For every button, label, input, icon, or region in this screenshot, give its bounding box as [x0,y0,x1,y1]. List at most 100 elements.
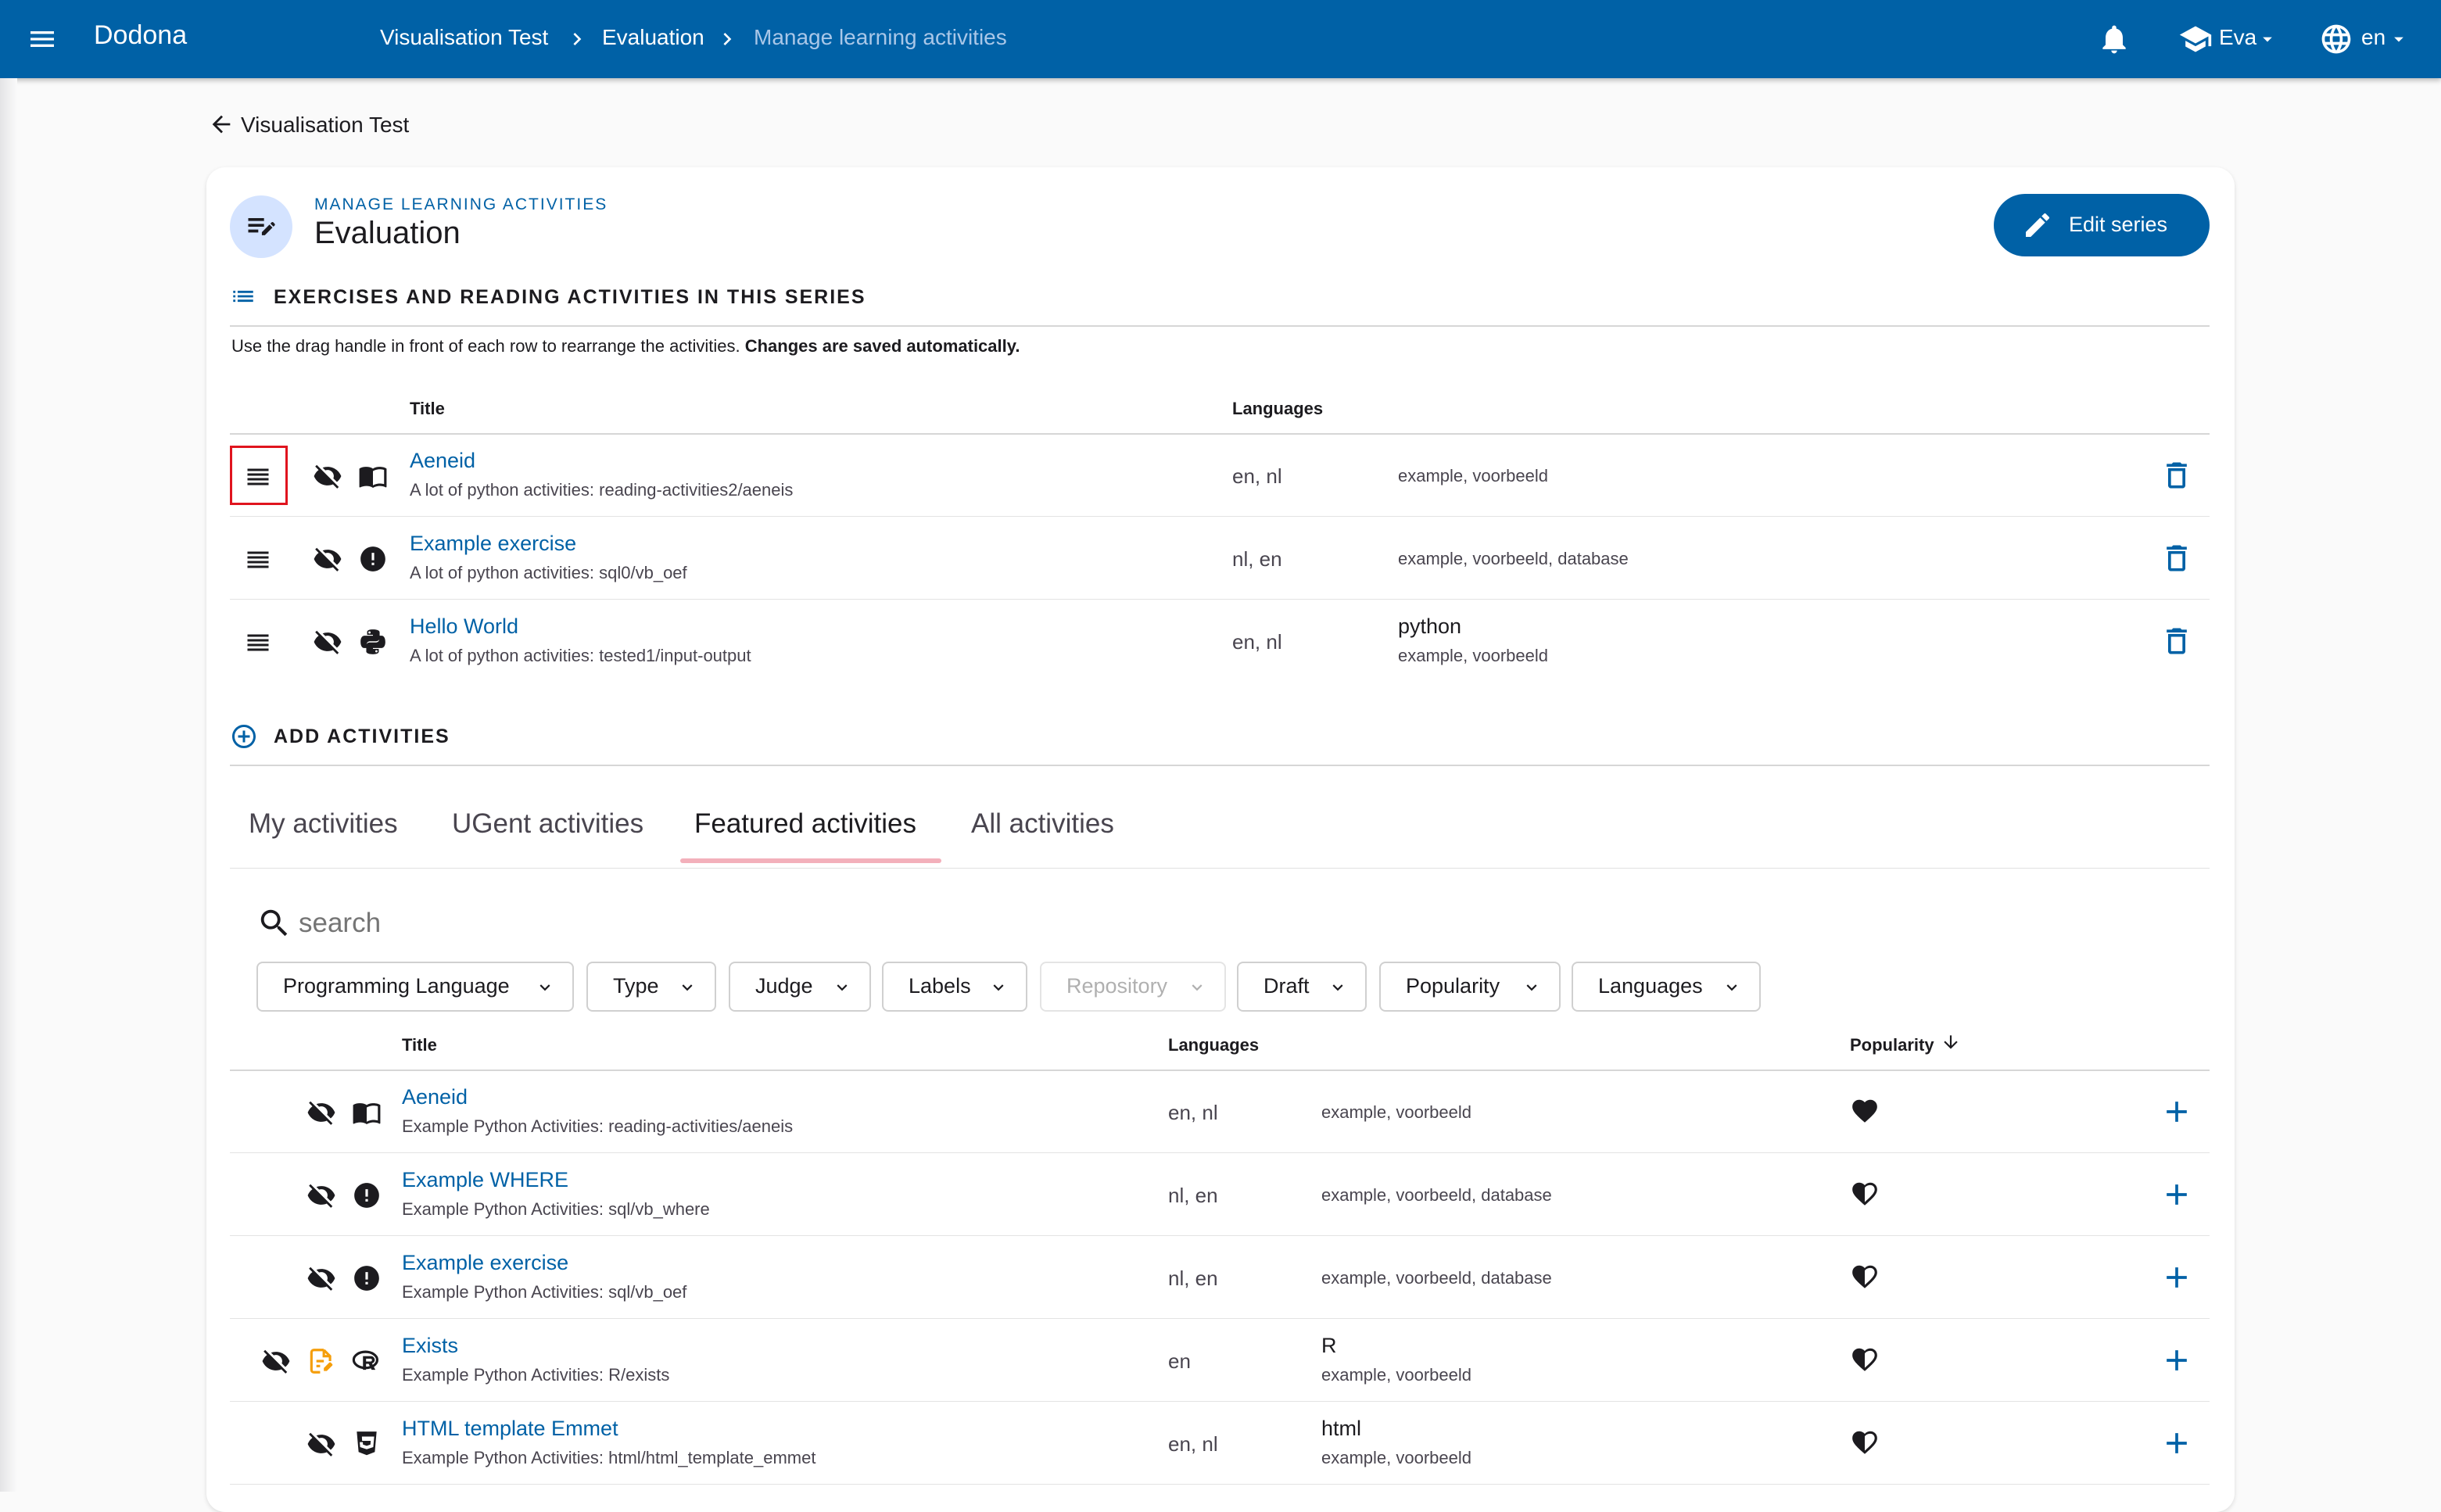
add-icon[interactable] [2160,1260,2194,1295]
add-circle-outline-icon [232,725,256,748]
series-row-labels: example, voorbeeld [1398,646,1549,665]
tab-featured-activities[interactable]: Featured activities [694,808,916,840]
drag-handle-icon[interactable] [244,546,272,574]
manage-activities-card: MANAGE LEARNING ACTIVITIES Evaluation Ed… [206,167,2235,1512]
activity-row-labels: example, voorbeeld [1321,1365,1472,1385]
series-row-subtitle: A lot of python activities: tested1/inpu… [410,646,751,665]
app-bar: Dodona Visualisation Test Evaluation Man… [0,0,2441,78]
series-row-languages: en, nl [1232,630,1282,654]
breadcrumb-course[interactable]: Visualisation Test [380,25,548,50]
activity-row-exists: Exists Example Python Activities: R/exis… [230,1320,2210,1401]
filter-label: Popularity [1406,974,1500,998]
activity-row-aeneid: Aeneid Example Python Activities: readin… [230,1071,2210,1152]
menu-icon[interactable] [27,23,58,55]
globe-icon [2321,24,2351,54]
add-icon[interactable] [2160,1095,2194,1129]
activities-col-languages: Languages [1168,1035,1260,1055]
drag-handle-icon[interactable] [244,629,272,657]
alert-circle-icon [360,546,385,571]
list-icon [233,290,253,303]
add-icon[interactable] [2160,1426,2194,1460]
alert-circle-icon [354,1266,379,1291]
chevron-down-icon [993,984,1004,991]
search-input[interactable] [297,902,2177,944]
series-row-labels: example, voorbeeld [1398,466,1549,485]
delete-icon[interactable] [2160,624,2194,658]
activity-row-labels: example, voorbeeld, database [1321,1185,1552,1205]
series-row-title[interactable]: Example exercise [410,532,576,556]
filter-type[interactable]: Type [586,962,716,1012]
visibility-off-icon [314,630,342,654]
tab-all-activities[interactable]: All activities [971,808,1114,840]
breadcrumb-current: Manage learning activities [754,25,1007,49]
add-icon[interactable] [2160,1343,2194,1378]
activity-row-subtitle: Example Python Activities: reading-activ… [402,1116,794,1136]
activities-col-title: Title [402,1035,437,1055]
filter-popularity[interactable]: Popularity [1379,962,1561,1012]
arrow-downward-icon[interactable] [1941,1032,1961,1052]
delete-icon[interactable] [2160,541,2194,575]
visibility-off-icon [307,1184,335,1208]
chevron-down-icon [539,984,550,991]
divider [230,599,2210,600]
series-row-title[interactable]: Aeneid [410,449,475,473]
activity-row-title[interactable]: Example exercise [402,1251,568,1275]
chevron-down-icon [837,984,848,991]
breadcrumb-series[interactable]: Evaluation [602,25,704,50]
visibility-off-icon [307,1432,335,1456]
visibility-off-icon [314,464,342,489]
series-row-example-exercise: Example exercise A lot of python activit… [230,518,2210,599]
series-row-title[interactable]: Hello World [410,614,518,639]
series-row-labels: example, voorbeeld, database [1398,549,1629,568]
book-icon [353,1103,381,1125]
activity-row-languages: en [1168,1349,1191,1373]
tab-my-activities[interactable]: My activities [249,808,398,840]
chevron-down-icon [1192,984,1203,991]
activity-row-html-template-emmet: HTML template Emmet Example Python Activ… [230,1403,2210,1484]
python-icon [360,629,385,654]
activity-row-subtitle: Example Python Activities: sql/vb_oef [402,1282,687,1302]
card-avatar [230,195,292,258]
language-menu[interactable]: en [2319,19,2413,59]
series-row-subtitle: A lot of python activities: sql0/vb_oef [410,563,687,582]
activity-row-subtitle: Example Python Activities: sql/vb_where [402,1199,710,1219]
divider [230,516,2210,517]
activity-row-example-where: Example WHERE Example Python Activities:… [230,1154,2210,1235]
activity-row-title[interactable]: Example WHERE [402,1168,568,1192]
activity-row-languages: en, nl [1168,1432,1218,1456]
left-shade [0,78,17,1492]
activities-col-popularity[interactable]: Popularity [1850,1035,1934,1055]
tab-ugent-activities[interactable]: UGent activities [452,808,643,840]
delete-icon[interactable] [2160,458,2194,493]
divider [230,1484,2210,1485]
edit-series-button[interactable]: Edit series [1994,194,2210,256]
add-icon[interactable] [2160,1177,2194,1212]
chevron-right-icon [573,33,582,45]
app-brand[interactable]: Dodona [94,20,187,51]
filter-label: Draft [1264,974,1310,998]
filter-draft[interactable]: Draft [1237,962,1367,1012]
notifications-bell-icon[interactable] [2097,22,2131,56]
user-menu[interactable]: Eva [2178,19,2272,59]
activity-row-title[interactable]: HTML template Emmet [402,1417,618,1441]
filter-label: Programming Language [283,974,510,998]
back-link[interactable]: Visualisation Test [241,113,409,138]
edit-series-label: Edit series [2069,213,2168,236]
filter-languages[interactable]: Languages [1572,962,1761,1012]
activity-row-labels: example, voorbeeld, database [1321,1268,1552,1288]
arrow-back-icon[interactable] [208,111,235,138]
series-section-heading: EXERCISES AND READING ACTIVITIES IN THIS… [274,286,866,308]
chevron-down-icon [1726,984,1737,991]
pencil-icon [2026,213,2050,237]
heart-half-icon [1852,1182,1877,1206]
language-code: en [2361,25,2386,49]
heart-half-icon [1852,1265,1877,1288]
filter-labels[interactable]: Labels [882,962,1027,1012]
chevron-down-icon [1526,984,1537,991]
series-row-programming-language: python [1398,614,1462,638]
divider [230,765,2210,766]
filter-programming-language[interactable]: Programming Language [256,962,574,1012]
filter-judge[interactable]: Judge [729,962,871,1012]
activity-row-title[interactable]: Exists [402,1334,458,1358]
activity-row-title[interactable]: Aeneid [402,1085,468,1109]
